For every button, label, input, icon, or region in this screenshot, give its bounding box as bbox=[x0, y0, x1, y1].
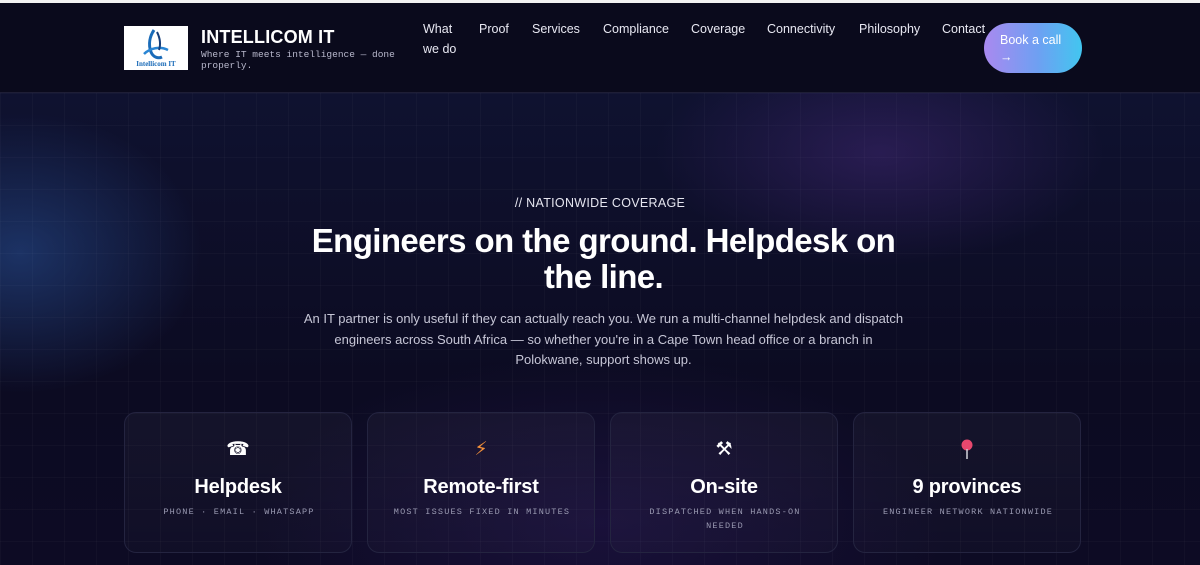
section-title: Engineers on the ground. Helpdesk on the… bbox=[311, 222, 896, 295]
card-on-site: ⚒ On-site DISPATCHED WHEN HANDS-ON NEEDE… bbox=[610, 412, 838, 553]
book-call-button[interactable]: Book a call → bbox=[984, 23, 1082, 73]
section-eyebrow: // NATIONWIDE COVERAGE bbox=[514, 196, 686, 210]
nav-contact[interactable]: Contact bbox=[942, 19, 985, 39]
lightning-icon: ⚡ bbox=[474, 439, 488, 460]
card-subtitle: MOST ISSUES FIXED IN MINUTES bbox=[393, 507, 571, 517]
nav-coverage[interactable]: Coverage bbox=[691, 19, 745, 39]
nav-connectivity[interactable]: Connectivity bbox=[767, 19, 835, 39]
card-title: Helpdesk bbox=[194, 476, 282, 498]
card-title: On-site bbox=[690, 476, 758, 498]
card-title: 9 provinces bbox=[912, 476, 1022, 498]
telephone-icon: ☎ bbox=[226, 439, 250, 460]
card-subtitle: ENGINEER NETWORK NATIONWIDE bbox=[882, 507, 1054, 517]
brand-tagline: Where IT meets intelligence — done prope… bbox=[201, 49, 395, 71]
nav-proof[interactable]: Proof bbox=[479, 19, 509, 39]
logo-wordmark: Intellicom IT bbox=[136, 60, 176, 68]
map-pin-icon bbox=[854, 439, 1080, 461]
site-header: Intellicom IT INTELLICOM IT Where IT mee… bbox=[0, 3, 1200, 93]
card-helpdesk: ☎ Helpdesk PHONE · EMAIL · WHATSAPP bbox=[124, 412, 352, 553]
card-title: Remote-first bbox=[423, 476, 539, 498]
nav-services[interactable]: Services bbox=[532, 19, 580, 39]
nav-what-we-do[interactable]: What we do bbox=[423, 19, 457, 59]
book-call-label: Book a call → bbox=[1000, 33, 1062, 64]
card-subtitle: PHONE · EMAIL · WHATSAPP bbox=[163, 507, 315, 517]
card-9-provinces: 9 provinces ENGINEER NETWORK NATIONWIDE bbox=[853, 412, 1081, 553]
nav-philosophy[interactable]: Philosophy bbox=[859, 19, 920, 39]
card-remote-first: ⚡ Remote-first MOST ISSUES FIXED IN MINU… bbox=[367, 412, 595, 553]
tools-icon: ⚒ bbox=[715, 439, 733, 460]
section-description: An IT partner is only useful if they can… bbox=[303, 311, 904, 367]
brand-name[interactable]: INTELLICOM IT bbox=[201, 27, 335, 48]
nav-compliance[interactable]: Compliance bbox=[603, 19, 669, 39]
card-subtitle: DISPATCHED WHEN HANDS-ON NEEDED bbox=[649, 507, 801, 531]
logo[interactable]: Intellicom IT bbox=[124, 26, 188, 70]
